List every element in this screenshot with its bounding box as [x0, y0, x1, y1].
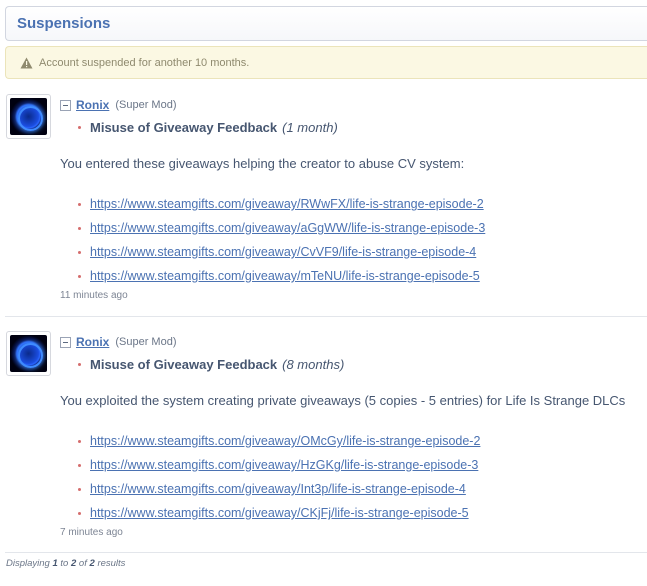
- author-link[interactable]: Ronix: [76, 335, 109, 349]
- giveaway-link-list: https://www.steamgifts.com/giveaway/OMcG…: [78, 429, 480, 525]
- list-item: https://www.steamgifts.com/giveaway/mTeN…: [78, 264, 485, 288]
- pagination-suffix: results: [97, 558, 126, 569]
- reason-title: Misuse of Giveaway Feedback: [90, 357, 278, 372]
- list-item: https://www.steamgifts.com/giveaway/aGgW…: [78, 216, 485, 240]
- divider: [5, 552, 647, 553]
- giveaway-link[interactable]: https://www.steamgifts.com/giveaway/RWwF…: [90, 197, 484, 211]
- giveaway-link[interactable]: https://www.steamgifts.com/giveaway/mTeN…: [90, 269, 480, 283]
- suspension-reason: Misuse of Giveaway Feedback (1 month): [78, 120, 338, 135]
- pagination-to-word: to: [60, 558, 69, 569]
- bullet-icon: [78, 463, 81, 467]
- list-item: https://www.steamgifts.com/giveaway/CKjF…: [78, 501, 480, 525]
- divider: [5, 316, 647, 317]
- pagination-summary: Displaying 1 to 2 of 2 results: [6, 558, 125, 569]
- avatar[interactable]: [6, 331, 51, 376]
- author-role: (Super Mod): [115, 336, 177, 348]
- giveaway-link[interactable]: https://www.steamgifts.com/giveaway/OMcG…: [90, 434, 480, 448]
- reason-duration: (1 month): [282, 120, 338, 135]
- suspension-description: You entered these giveaways helping the …: [60, 156, 465, 171]
- notice-text: Account suspended for another 10 months.: [39, 56, 250, 69]
- suspension-entry: Ronix (Super Mod) Misuse of Giveaway Fee…: [0, 89, 647, 315]
- giveaway-link[interactable]: https://www.steamgifts.com/giveaway/CvVF…: [90, 245, 476, 259]
- suspension-notice: Account suspended for another 10 months.: [5, 46, 647, 79]
- bullet-icon: [78, 363, 81, 366]
- suspension-reason: Misuse of Giveaway Feedback (8 months): [78, 357, 344, 372]
- giveaway-link[interactable]: https://www.steamgifts.com/giveaway/Int3…: [90, 482, 466, 496]
- timestamp: 7 minutes ago: [60, 527, 123, 538]
- suspension-entry: Ronix (Super Mod) Misuse of Giveaway Fee…: [0, 326, 647, 552]
- avatar[interactable]: [6, 94, 51, 139]
- author-role: (Super Mod): [115, 99, 177, 111]
- bullet-icon: [78, 274, 81, 278]
- bullet-icon: [78, 126, 81, 129]
- collapse-icon[interactable]: [60, 99, 71, 111]
- bullet-icon: [78, 226, 81, 230]
- reason-title: Misuse of Giveaway Feedback: [90, 120, 278, 135]
- list-item: https://www.steamgifts.com/giveaway/Int3…: [78, 477, 480, 501]
- pagination-to: 2: [70, 558, 77, 569]
- giveaway-link[interactable]: https://www.steamgifts.com/giveaway/aGgW…: [90, 221, 485, 235]
- reason-duration: (8 months): [282, 357, 345, 372]
- bullet-icon: [78, 439, 81, 443]
- timestamp: 11 minutes ago: [60, 290, 128, 301]
- list-item: https://www.steamgifts.com/giveaway/RWwF…: [78, 192, 485, 216]
- pagination-of-word: of: [78, 558, 87, 569]
- warning-icon: [20, 57, 33, 68]
- giveaway-link[interactable]: https://www.steamgifts.com/giveaway/HzGK…: [90, 458, 478, 472]
- pagination-prefix: Displaying: [6, 558, 50, 569]
- suspension-description: You exploited the system creating privat…: [60, 393, 626, 408]
- bullet-icon: [78, 202, 81, 206]
- author-link[interactable]: Ronix: [76, 98, 109, 112]
- pagination-from: 1: [52, 558, 58, 569]
- list-item: https://www.steamgifts.com/giveaway/OMcG…: [78, 429, 480, 453]
- collapse-icon[interactable]: [60, 336, 71, 348]
- list-item: https://www.steamgifts.com/giveaway/CvVF…: [78, 240, 485, 264]
- bullet-icon: [78, 511, 81, 515]
- list-item: https://www.steamgifts.com/giveaway/HzGK…: [78, 453, 480, 477]
- bullet-icon: [78, 487, 81, 491]
- pagination-total: 2: [89, 558, 95, 569]
- giveaway-link[interactable]: https://www.steamgifts.com/giveaway/CKjF…: [90, 506, 469, 520]
- suspensions-page: Suspensions Account suspended for anothe…: [0, 0, 647, 586]
- bullet-icon: [78, 250, 81, 254]
- page-title: Suspensions: [5, 6, 647, 41]
- giveaway-link-list: https://www.steamgifts.com/giveaway/RWwF…: [78, 192, 485, 288]
